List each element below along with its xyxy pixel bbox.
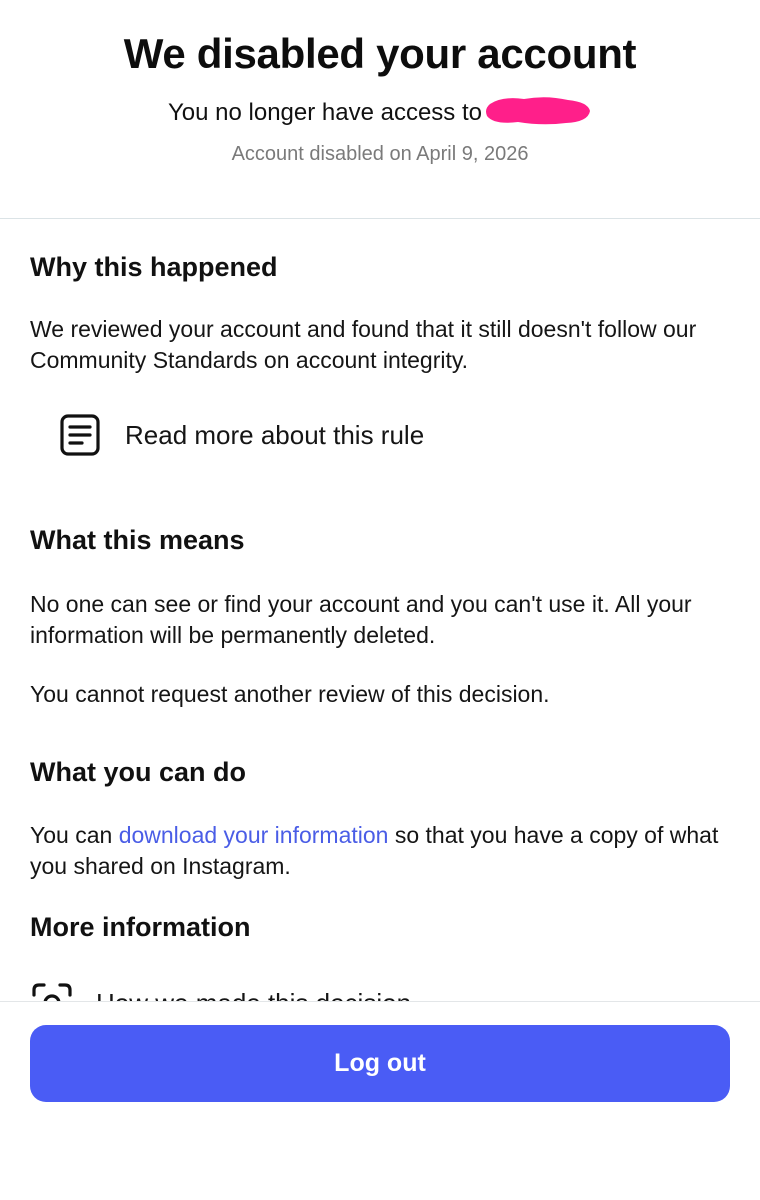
scan-icon	[30, 981, 74, 1001]
can-do-body: You can download your information so tha…	[30, 820, 720, 882]
access-message-text: You no longer have access to	[167, 99, 482, 126]
read-rule-label: Read more about this rule	[125, 419, 425, 450]
read-rule-link[interactable]: Read more about this rule	[58, 413, 424, 457]
logout-button[interactable]: Log out	[30, 1025, 730, 1102]
can-do-title: What you can do	[30, 757, 246, 787]
means-title: What this means	[30, 525, 245, 555]
why-body: We reviewed your account and found that …	[30, 316, 697, 373]
footer: Log out	[0, 1001, 760, 1200]
more-info-title: More information	[30, 912, 251, 942]
means-body-1: No one can see or find your account and …	[30, 591, 692, 648]
disabled-account-screen: We disabled your account You no longer h…	[0, 0, 760, 1200]
can-do-prefix: You can	[30, 822, 113, 848]
how-decision-label: How we made this decision	[96, 988, 411, 1002]
redacted-username	[484, 96, 592, 126]
scroll-content[interactable]: Why this happened We reviewed your accou…	[30, 219, 730, 1001]
header: We disabled your account You no longer h…	[0, 0, 760, 218]
page-title: We disabled your account	[123, 30, 637, 77]
download-info-link[interactable]: download your information	[119, 822, 389, 848]
why-title: Why this happened	[30, 252, 278, 282]
how-decision-link[interactable]: How we made this decision	[30, 981, 411, 1001]
document-lines-icon	[58, 413, 102, 457]
access-message: You no longer have access to	[0, 96, 760, 127]
means-body-2: You cannot request another review of thi…	[30, 681, 550, 707]
disabled-date: Account disabled on April 9, 2026	[231, 143, 529, 165]
